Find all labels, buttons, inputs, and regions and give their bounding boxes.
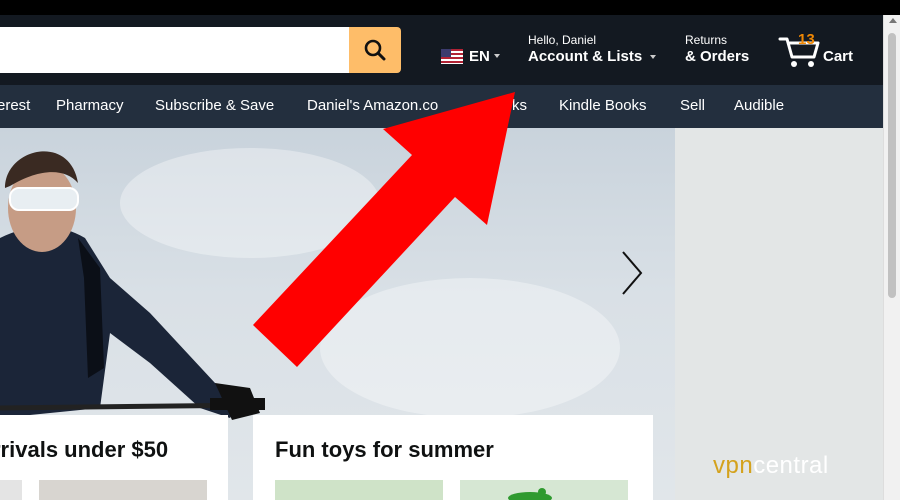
product-card[interactable]: Fun toys for summer (253, 415, 653, 500)
account-menu[interactable]: Hello, Daniel Account & Lists (528, 33, 657, 67)
nav-item-daniels-amazon[interactable]: Daniel's Amazon.co (307, 97, 438, 114)
nav-item-pharmacy[interactable]: Pharmacy (56, 97, 124, 114)
card-thumbnail[interactable] (275, 480, 443, 500)
scroll-up-arrow-icon[interactable] (889, 18, 897, 23)
nav-item-audible[interactable]: Audible (734, 97, 784, 114)
account-greeting: Hello, Daniel (528, 33, 597, 47)
card-title: Fun toys for summer (275, 437, 494, 462)
nav-item-sell[interactable]: Sell (680, 97, 705, 114)
returns-line1: Returns (685, 33, 728, 47)
account-label-row: Account & Lists (528, 47, 657, 67)
returns-line2: & Orders (685, 48, 750, 65)
nav-item-subscribe-save[interactable]: Subscribe & Save (155, 97, 274, 114)
hero-cyclist-image (0, 151, 266, 420)
language-code: EN (469, 47, 490, 65)
cart-link[interactable]: 13 Cart (778, 31, 878, 71)
nav-bar: erest Pharmacy Subscribe & Save Daniel's… (0, 85, 883, 128)
search-input[interactable] (0, 27, 350, 73)
hero-cloud (320, 278, 620, 418)
hero-side-panel (675, 128, 883, 500)
search-icon (364, 39, 386, 61)
account-caret-icon (650, 55, 657, 60)
card-thumbnail[interactable] (39, 480, 207, 500)
search-button[interactable] (349, 27, 401, 73)
nav-item-kindle-books[interactable]: Kindle Books (559, 97, 647, 114)
vpncentral-watermark: vpncentral (713, 452, 829, 480)
watermark-part1: vpn (713, 452, 754, 479)
product-card[interactable]: rrivals under $50 (0, 415, 228, 500)
returns-orders-link[interactable]: Returns & Orders (685, 33, 749, 67)
watermark-part2: central (753, 452, 829, 479)
scroll-thumb[interactable] (888, 33, 896, 298)
card-title: rrivals under $50 (0, 437, 169, 462)
cart-count: 13 (798, 31, 815, 48)
us-flag-icon (441, 48, 463, 64)
page-scrollbar[interactable] (883, 15, 900, 500)
card-thumbnail[interactable] (460, 480, 628, 500)
carousel-next-chevron-icon[interactable] (617, 248, 647, 298)
cart-label: Cart (823, 48, 854, 65)
account-label: Account & Lists (528, 48, 643, 65)
site-header: EN Hello, Daniel Account & Lists Returns… (0, 15, 883, 85)
nav-item-interest[interactable]: erest (0, 97, 30, 114)
toy-image (508, 488, 552, 500)
card-thumbnail[interactable] (0, 480, 22, 500)
language-caret-icon (493, 54, 500, 58)
screen-top-strip (0, 0, 900, 15)
language-selector[interactable]: EN (441, 46, 500, 66)
nav-item-books[interactable]: ks (512, 97, 527, 114)
